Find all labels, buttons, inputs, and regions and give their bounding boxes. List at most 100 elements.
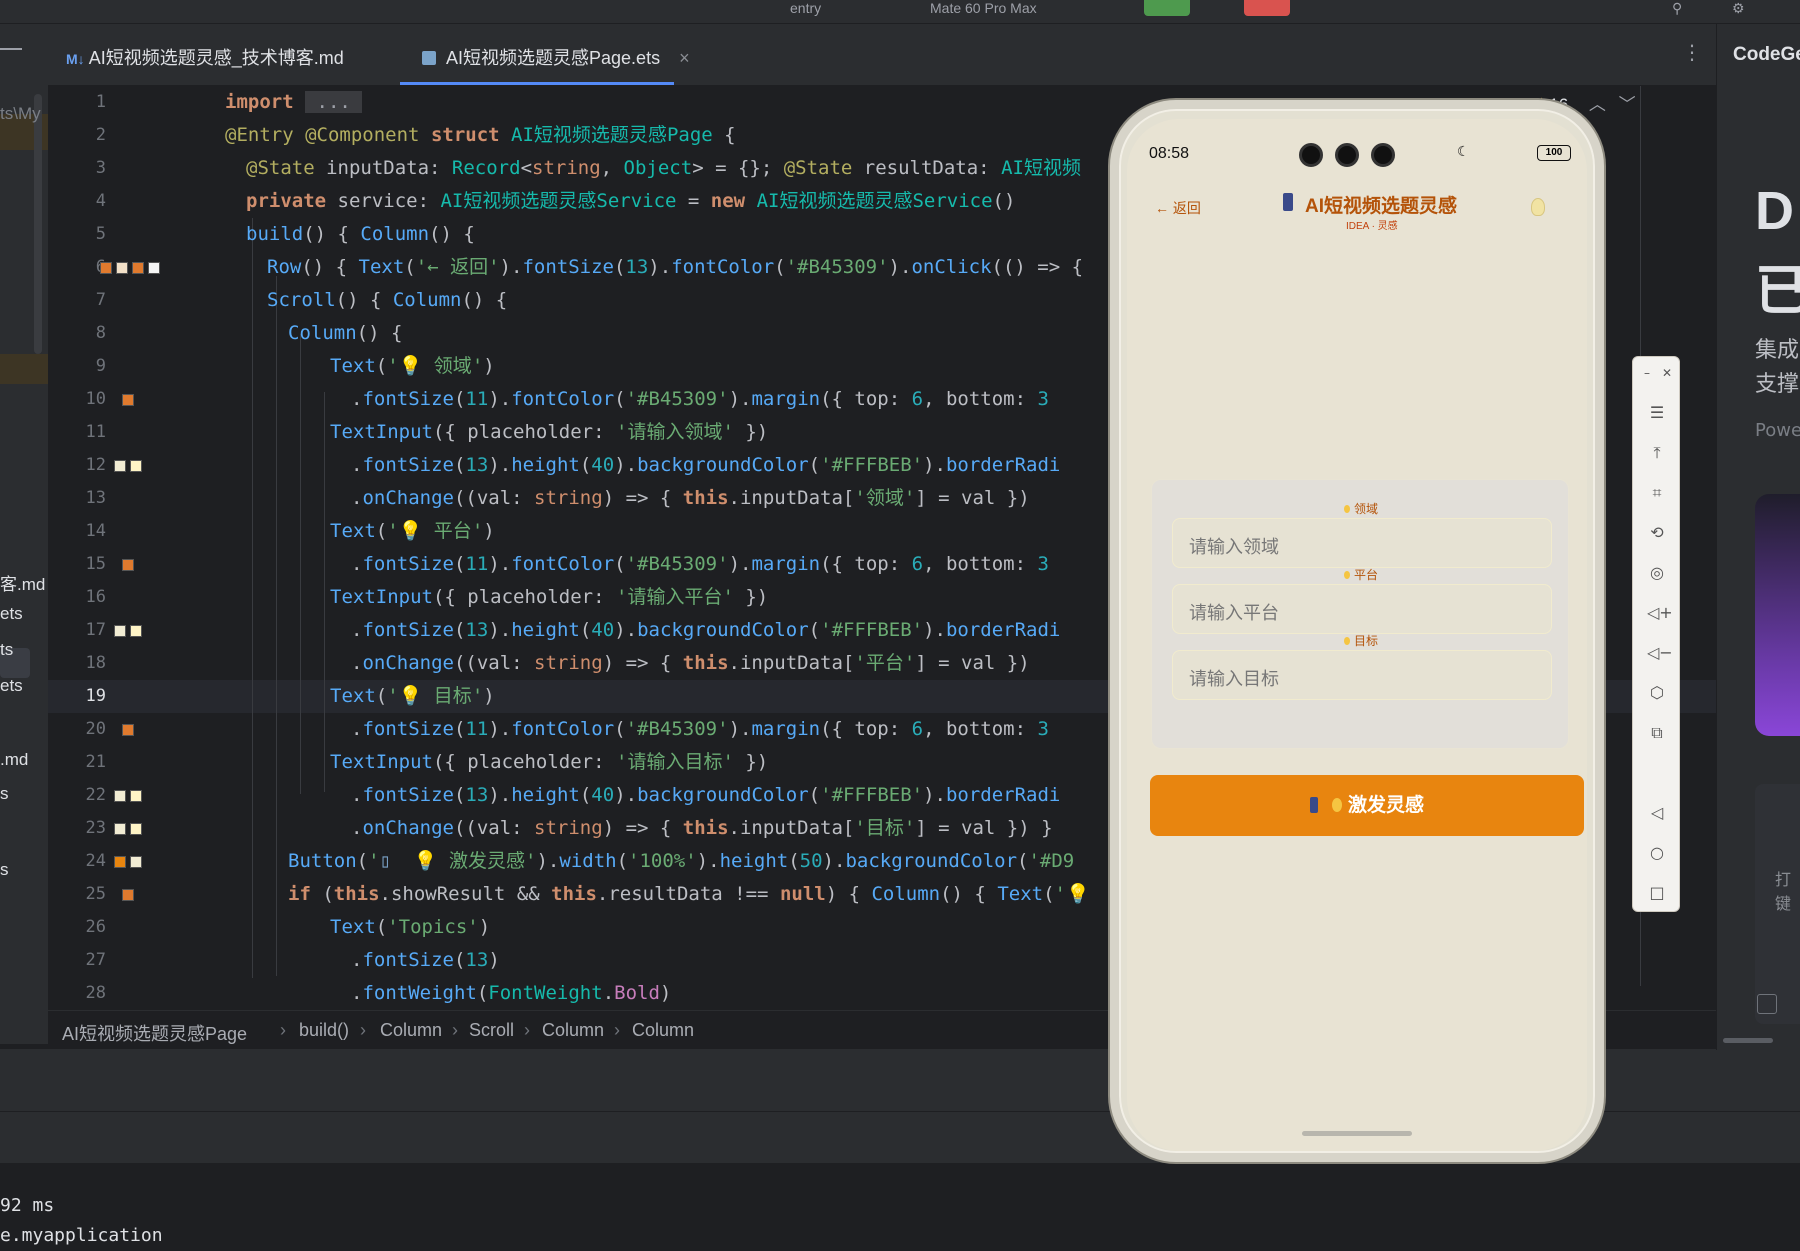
- minimize-icon[interactable]: –: [1637, 363, 1657, 383]
- line-number[interactable]: 23: [48, 818, 106, 838]
- close-icon[interactable]: ×: [679, 48, 690, 68]
- color-swatch-icon[interactable]: [114, 823, 126, 835]
- color-swatch-icon[interactable]: [114, 790, 126, 802]
- tab-page-ets[interactable]: AI短视频选题灵感Page.ets ×: [422, 44, 690, 70]
- line-number[interactable]: 14: [48, 521, 106, 541]
- line-number[interactable]: 26: [48, 917, 106, 937]
- line-number[interactable]: 3: [48, 158, 106, 178]
- color-swatch-icon[interactable]: [122, 724, 134, 736]
- gear-icon[interactable]: ⚙: [1732, 0, 1745, 16]
- code-line[interactable]: import ...: [225, 86, 363, 119]
- line-number[interactable]: 27: [48, 950, 106, 970]
- line-number[interactable]: 15: [48, 554, 106, 574]
- breadcrumb-item[interactable]: Scroll: [469, 1020, 514, 1041]
- code-line[interactable]: Text('💡 目标'): [330, 680, 495, 713]
- color-swatch-icon[interactable]: [100, 262, 112, 274]
- volume-up-icon[interactable]: ◁+: [1647, 603, 1673, 623]
- stop-button[interactable]: [1244, 0, 1290, 16]
- nav-recents-icon[interactable]: □: [1647, 883, 1667, 903]
- line-number[interactable]: 8: [48, 323, 106, 343]
- code-line[interactable]: .fontSize(13): [351, 944, 500, 977]
- color-swatch-icon[interactable]: [114, 460, 126, 472]
- nav-back-icon[interactable]: ◁: [1647, 803, 1667, 823]
- code-line[interactable]: Text('Topics'): [330, 911, 490, 944]
- project-item[interactable]: ets: [0, 604, 23, 624]
- breadcrumb-item[interactable]: Column: [380, 1020, 442, 1041]
- minimize-icon[interactable]: [0, 48, 22, 50]
- color-swatch-icon[interactable]: [122, 394, 134, 406]
- home-indicator[interactable]: [1302, 1131, 1412, 1136]
- code-line[interactable]: Text('💡 平台'): [330, 515, 495, 548]
- code-line[interactable]: if (this.showResult && this.resultData !…: [288, 878, 1090, 911]
- code-line[interactable]: TextInput({ placeholder: '请输入平台' }): [330, 581, 768, 614]
- code-line[interactable]: private service: AI短视频选题灵感Service = new …: [246, 185, 1015, 218]
- breadcrumb-item[interactable]: Column: [542, 1020, 604, 1041]
- color-swatch-icon[interactable]: [122, 559, 134, 571]
- line-number[interactable]: 20: [48, 719, 106, 739]
- project-item[interactable]: s: [0, 784, 9, 804]
- color-swatch-icon[interactable]: [130, 625, 142, 637]
- close-icon[interactable]: ✕: [1657, 363, 1677, 383]
- back-button[interactable]: ← 返回: [1155, 198, 1201, 218]
- code-line[interactable]: Scroll() { Column() {: [267, 284, 507, 317]
- color-swatch-icon[interactable]: [114, 625, 126, 637]
- code-line[interactable]: TextInput({ placeholder: '请输入目标' }): [330, 746, 768, 779]
- breadcrumb-item[interactable]: Column: [632, 1020, 694, 1041]
- color-swatch-icon[interactable]: [122, 889, 134, 901]
- screenshot-icon[interactable]: ◎: [1647, 563, 1667, 583]
- line-number[interactable]: 16: [48, 587, 106, 607]
- color-swatch-icon[interactable]: [130, 790, 142, 802]
- line-number[interactable]: 1: [48, 92, 106, 112]
- domain-input[interactable]: 请输入领域: [1172, 518, 1552, 568]
- color-swatch-icon[interactable]: [148, 262, 160, 274]
- line-number[interactable]: 25: [48, 884, 106, 904]
- line-number[interactable]: 24: [48, 851, 106, 871]
- project-item[interactable]: ts: [0, 640, 13, 660]
- code-line[interactable]: .fontSize(13).height(40).backgroundColor…: [351, 614, 1060, 647]
- inspire-button[interactable]: 激发灵感: [1150, 775, 1584, 836]
- line-number[interactable]: 21: [48, 752, 106, 772]
- line-number[interactable]: 9: [48, 356, 106, 376]
- device-selector[interactable]: entry: [790, 0, 821, 16]
- color-swatch-icon[interactable]: [132, 262, 144, 274]
- line-number[interactable]: 7: [48, 290, 106, 310]
- code-line[interactable]: .onChange((val: string) => { this.inputD…: [351, 812, 1053, 845]
- tab-markdown[interactable]: M↓ AI短视频选题灵感_技术博客.md: [66, 44, 344, 70]
- line-number[interactable]: 19: [48, 686, 106, 706]
- breadcrumb-item[interactable]: AI短视频选题灵感Page: [62, 1020, 247, 1046]
- color-swatch-icon[interactable]: [116, 262, 128, 274]
- code-line[interactable]: Button('▯ 💡 激发灵感').width('100%').height(…: [288, 845, 1074, 878]
- code-line[interactable]: .fontSize(11).fontColor('#B45309').margi…: [351, 548, 1049, 581]
- search-icon[interactable]: ⚲: [1672, 0, 1682, 16]
- project-item[interactable]: 客.md: [0, 570, 45, 595]
- color-swatch-icon[interactable]: [130, 856, 142, 868]
- phone-screen[interactable]: 08:58 ☾ 100 ← 返回 AI短视频选题灵感 IDEA · 灵感 领域 …: [1127, 119, 1587, 1151]
- crop-icon[interactable]: ⌗: [1647, 483, 1667, 503]
- line-number[interactable]: 11: [48, 422, 106, 442]
- breadcrumb-item[interactable]: build(): [299, 1020, 349, 1041]
- line-number[interactable]: 28: [48, 983, 106, 1003]
- code-line[interactable]: .fontSize(11).fontColor('#B45309').margi…: [351, 383, 1049, 416]
- run-button[interactable]: [1144, 0, 1190, 16]
- rotate-icon[interactable]: ⟲: [1647, 523, 1667, 543]
- chevron-down-icon[interactable]: ﹀: [1619, 95, 1636, 114]
- code-line[interactable]: TextInput({ placeholder: '请输入领域' }): [330, 416, 768, 449]
- code-line[interactable]: @State inputData: Record<string, Object>…: [246, 152, 1081, 185]
- target-selector[interactable]: Mate 60 Pro Max: [930, 0, 1037, 16]
- line-number[interactable]: 5: [48, 224, 106, 244]
- project-item[interactable]: ets: [0, 676, 23, 696]
- code-line[interactable]: Text('💡 领域'): [330, 350, 495, 383]
- code-line[interactable]: .fontSize(13).height(40).backgroundColor…: [351, 449, 1060, 482]
- line-number[interactable]: 6: [48, 257, 106, 277]
- goal-input[interactable]: 请输入目标: [1172, 650, 1552, 700]
- code-line[interactable]: .fontSize(11).fontColor('#B45309').margi…: [351, 713, 1049, 746]
- project-item[interactable]: s: [0, 860, 9, 880]
- code-line[interactable]: .fontSize(13).height(40).backgroundColor…: [351, 779, 1060, 812]
- code-line[interactable]: .fontWeight(FontWeight.Bold): [351, 977, 671, 1010]
- more-icon[interactable]: ⋮: [1682, 40, 1702, 64]
- color-swatch-icon[interactable]: [130, 823, 142, 835]
- multi-window-icon[interactable]: ⧉: [1647, 723, 1667, 743]
- project-item[interactable]: ts\My: [0, 104, 41, 124]
- code-line[interactable]: Column() {: [288, 317, 402, 350]
- line-number[interactable]: 18: [48, 653, 106, 673]
